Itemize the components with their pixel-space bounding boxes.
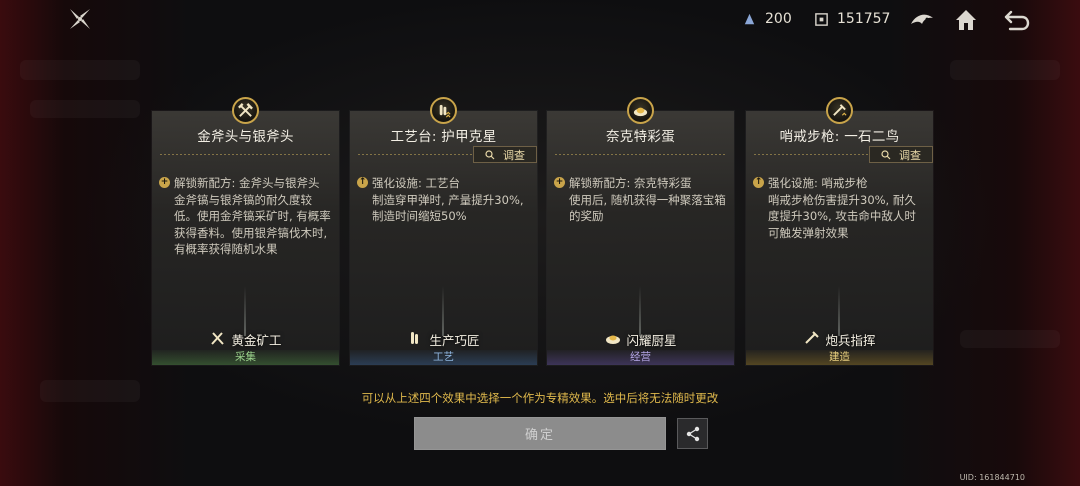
card-title: 工艺台: 护甲克星 <box>390 129 497 145</box>
share-button[interactable] <box>677 418 708 449</box>
upgrade-bullet-icon: ↑ <box>357 177 368 188</box>
card-skill: 黄金矿工 <box>152 330 339 349</box>
ammo-upgrade-icon <box>407 330 425 349</box>
card-description: ↑ 强化设施: 哨戒步枪 哨戒步枪伤害提升30%, 耐久度提升30%, 攻击命中敌… <box>753 175 925 241</box>
inspect-label: 调查 <box>503 148 525 162</box>
coin-resource: 151757 <box>814 11 890 27</box>
card-category: 工艺 <box>350 350 537 365</box>
skill-label: 生产巧匠 <box>429 333 480 348</box>
skill-label: 闪耀厨星 <box>626 333 677 348</box>
card-skill: 炮兵指挥 <box>746 330 933 349</box>
rifle-upgrade-icon <box>826 97 853 124</box>
card-skill: 生产巧匠 <box>350 330 537 349</box>
card-body: 使用后, 随机获得一种聚落宝箱的奖励 <box>569 192 726 224</box>
specialization-card-4[interactable]: 哨戒步枪: 一石二鸟 调查 ↑ 强化设施: 哨戒步枪 哨戒步枪伤害提升30%, 耐… <box>746 97 933 365</box>
magnifier-icon <box>485 149 495 159</box>
card-skill: 闪耀厨星 <box>547 330 734 349</box>
back-arrow-icon[interactable] <box>1003 6 1031 34</box>
card-lead: 强化设施: 工艺台 <box>372 176 461 190</box>
selection-hint: 可以从上述四个效果中选择一个作为专精效果。选中后将无法随时更改 <box>361 391 719 405</box>
rifle-upgrade-icon <box>803 330 821 349</box>
card-title: 金斧头与银斧头 <box>197 129 294 145</box>
light-beam <box>442 286 444 336</box>
pickaxe-axe-icon <box>232 97 259 124</box>
skill-label: 黄金矿工 <box>231 333 282 348</box>
ammo-upgrade-icon <box>430 97 457 124</box>
share-icon <box>686 426 699 441</box>
specialization-card-2[interactable]: 工艺台: 护甲克星 调查 ↑ 强化设施: 工艺台 制造穿甲弹时, 产量提升30%,… <box>350 97 537 365</box>
light-beam <box>639 286 641 336</box>
crystal-resource: 200 <box>742 11 792 27</box>
confirm-button[interactable]: 确定 <box>414 417 666 450</box>
card-lead: 解锁新配方: 金斧头与银斧头 <box>174 176 320 190</box>
egg-dish-icon <box>627 97 654 124</box>
card-lead: 强化设施: 哨戒步枪 <box>768 176 868 190</box>
card-description: + 解锁新配方: 奈克特彩蛋 使用后, 随机获得一种聚落宝箱的奖励 <box>554 175 726 225</box>
card-category: 经营 <box>547 350 734 365</box>
specialization-card-1[interactable]: 金斧头与银斧头 + 解锁新配方: 金斧头与银斧头 金斧镐与银斧镐的耐久度较低。使用… <box>152 97 339 365</box>
bird-emblem-icon[interactable] <box>908 6 936 34</box>
inspect-button[interactable]: 调查 <box>473 146 537 163</box>
card-title: 奈克特彩蛋 <box>606 129 675 145</box>
card-body: 制造穿甲弹时, 产量提升30%, 制造时间缩短50% <box>372 192 524 224</box>
card-title: 哨戒步枪: 一石二鸟 <box>779 129 900 145</box>
card-lead: 解锁新配方: 奈克特彩蛋 <box>569 176 692 190</box>
specialization-card-3[interactable]: 奈克特彩蛋 + 解锁新配方: 奈克特彩蛋 使用后, 随机获得一种聚落宝箱的奖励 闪… <box>547 97 734 365</box>
light-beam <box>244 286 246 336</box>
card-body: 金斧镐与银斧镐的耐久度较低。使用金斧镐采矿时, 有概率获得香料。使用银斧镐伐木时… <box>174 192 331 257</box>
upgrade-bullet-icon: ↑ <box>753 177 764 188</box>
inspect-button[interactable]: 调查 <box>869 146 933 163</box>
egg-dish-icon <box>604 330 622 349</box>
crystal-count: 200 <box>765 11 792 27</box>
user-id: UID: 161844710 <box>959 473 1025 482</box>
divider <box>555 154 726 155</box>
top-bar: 200 151757 <box>0 0 1080 40</box>
card-description: + 解锁新配方: 金斧头与银斧头 金斧镐与银斧镐的耐久度较低。使用金斧镐采矿时, … <box>159 175 331 258</box>
inspect-label: 调查 <box>899 148 921 162</box>
card-description: ↑ 强化设施: 工艺台 制造穿甲弹时, 产量提升30%, 制造时间缩短50% <box>357 175 529 225</box>
home-icon[interactable] <box>952 6 980 34</box>
pickaxe-axe-icon <box>209 330 227 349</box>
card-category: 建造 <box>746 350 933 365</box>
magnifier-icon <box>881 149 891 159</box>
divider <box>160 154 331 155</box>
shuriken-logo-icon[interactable] <box>68 7 92 31</box>
card-body: 哨戒步枪伤害提升30%, 耐久度提升30%, 攻击命中敌人时可触发弹射效果 <box>768 192 916 240</box>
plus-bullet-icon: + <box>159 177 170 188</box>
plus-bullet-icon: + <box>554 177 565 188</box>
light-beam <box>838 286 840 336</box>
coin-frame-icon <box>814 12 829 27</box>
skill-label: 炮兵指挥 <box>825 333 876 348</box>
coin-count: 151757 <box>837 11 891 27</box>
card-category: 采集 <box>152 350 339 365</box>
crystal-icon <box>742 12 757 27</box>
